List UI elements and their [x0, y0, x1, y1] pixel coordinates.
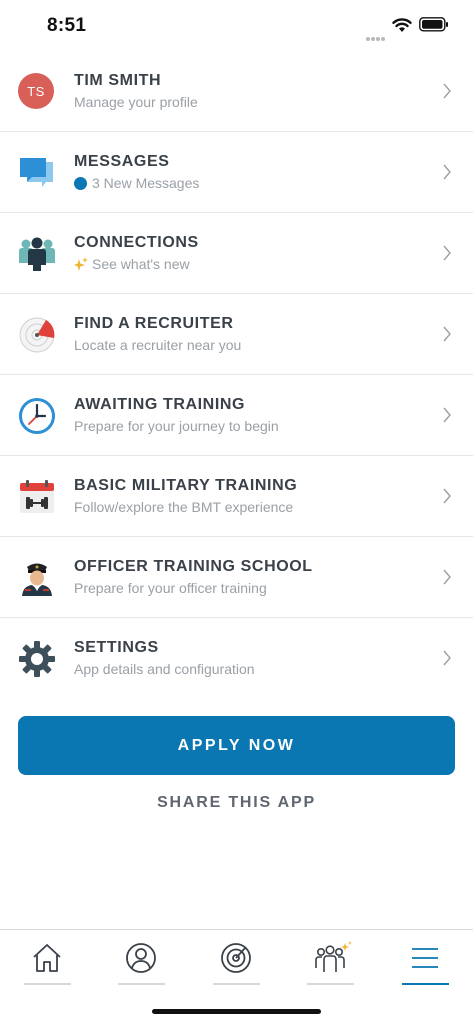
menu-item-connections[interactable]: CONNECTIONS See what's new: [0, 213, 473, 294]
sparkle-icon: [74, 257, 88, 271]
chevron-right-icon: [443, 164, 451, 180]
tab-underline: [118, 983, 165, 985]
chevron-right-icon: [443, 245, 451, 261]
menu-item-subtitle-text: Follow/explore the BMT experience: [74, 499, 294, 515]
clock-icon: [19, 398, 55, 434]
status-bar: 8:51: [0, 0, 473, 52]
menu-item-subtitle: See what's new: [74, 256, 190, 272]
wifi-icon: [392, 18, 412, 32]
officer-icon: [22, 563, 52, 596]
menu-item-basic-military-training[interactable]: BASIC MILITARY TRAINING Follow/explore t…: [0, 456, 473, 537]
tab-connections[interactable]: [307, 930, 354, 990]
menu-item-title: TIM SMITH: [74, 72, 162, 89]
menu-item-subtitle: Prepare for your officer training: [74, 580, 267, 596]
menu-item-subtitle-text: App details and configuration: [74, 661, 255, 677]
profile-icon: [126, 943, 156, 973]
radar-icon: [221, 943, 251, 973]
tab-home[interactable]: [24, 930, 71, 990]
menu-item-title: FIND A RECRUITER: [74, 315, 234, 332]
menu-item-subtitle-text: Prepare for your officer training: [74, 580, 267, 596]
chevron-right-icon: [443, 326, 451, 342]
chevron-right-icon: [443, 488, 451, 504]
chevron-right-icon: [443, 83, 451, 99]
menu-item-settings[interactable]: SETTINGS App details and configuration: [0, 618, 473, 699]
menu-item-subtitle-text: 3 New Messages: [92, 175, 200, 191]
tab-profile[interactable]: [118, 930, 165, 990]
menu-item-subtitle: Prepare for your journey to begin: [74, 418, 279, 434]
menu-item-title: BASIC MILITARY TRAINING: [74, 477, 298, 494]
people-group-icon: [19, 237, 55, 271]
tab-underline-active: [402, 983, 449, 985]
cellular-signal-icon: [366, 28, 386, 41]
unread-dot: [74, 176, 87, 190]
status-time: 8:51: [47, 15, 87, 36]
chat-bubbles-icon: [20, 158, 53, 187]
tab-underline: [213, 983, 260, 985]
menu-item-title: AWAITING TRAINING: [74, 396, 246, 413]
apply-now-button[interactable]: APPLY NOW: [18, 716, 455, 775]
share-this-app-link[interactable]: SHARE THIS APP: [0, 794, 473, 812]
menu-item-subtitle: 3 New Messages: [74, 175, 199, 191]
tab-recruiter[interactable]: [213, 930, 260, 990]
tab-underline: [24, 983, 71, 985]
menu-item-title: OFFICER TRAINING SCHOOL: [74, 558, 313, 575]
chevron-right-icon: [443, 650, 451, 666]
connections-icon: [315, 941, 352, 972]
tab-menu[interactable]: [402, 930, 449, 990]
menu-item-awaiting-training[interactable]: AWAITING TRAINING Prepare for your journ…: [0, 375, 473, 456]
menu-item-officer-training-school[interactable]: OFFICER TRAINING SCHOOL Prepare for your…: [0, 537, 473, 618]
avatar: TS: [18, 73, 56, 111]
menu-item-subtitle: Locate a recruiter near you: [74, 337, 241, 353]
home-indicator: [152, 1009, 321, 1014]
home-icon: [33, 944, 61, 972]
menu-item-messages[interactable]: MESSAGES 3 New Messages: [0, 132, 473, 213]
menu-item-profile[interactable]: TS TIM SMITH Manage your profile: [0, 51, 473, 132]
gear-icon: [19, 641, 55, 677]
menu-item-subtitle: Manage your profile: [74, 94, 198, 110]
menu-item-subtitle-text: See what's new: [92, 256, 190, 272]
menu-item-find-recruiter[interactable]: FIND A RECRUITER Locate a recruiter near…: [0, 294, 473, 375]
menu-item-title: CONNECTIONS: [74, 234, 199, 251]
menu-item-subtitle-text: Locate a recruiter near you: [74, 337, 242, 353]
tab-underline: [307, 983, 354, 985]
chevron-right-icon: [443, 569, 451, 585]
menu-item-title: MESSAGES: [74, 153, 170, 170]
menu-item-subtitle: Follow/explore the BMT experience: [74, 499, 293, 515]
menu-item-subtitle-text: Prepare for your journey to begin: [74, 418, 279, 434]
menu-icon: [412, 948, 438, 968]
menu-item-title: SETTINGS: [74, 639, 159, 656]
battery-icon: [419, 17, 448, 32]
menu-item-subtitle: App details and configuration: [74, 661, 255, 677]
radar-icon: [19, 317, 55, 353]
menu-list: TS TIM SMITH Manage your profile MESSAGE…: [0, 51, 473, 699]
avatar-initials: TS: [18, 73, 54, 109]
menu-item-subtitle-text: Manage your profile: [74, 94, 198, 110]
calendar-dumbbell-icon: [20, 480, 54, 513]
chevron-right-icon: [443, 407, 451, 423]
